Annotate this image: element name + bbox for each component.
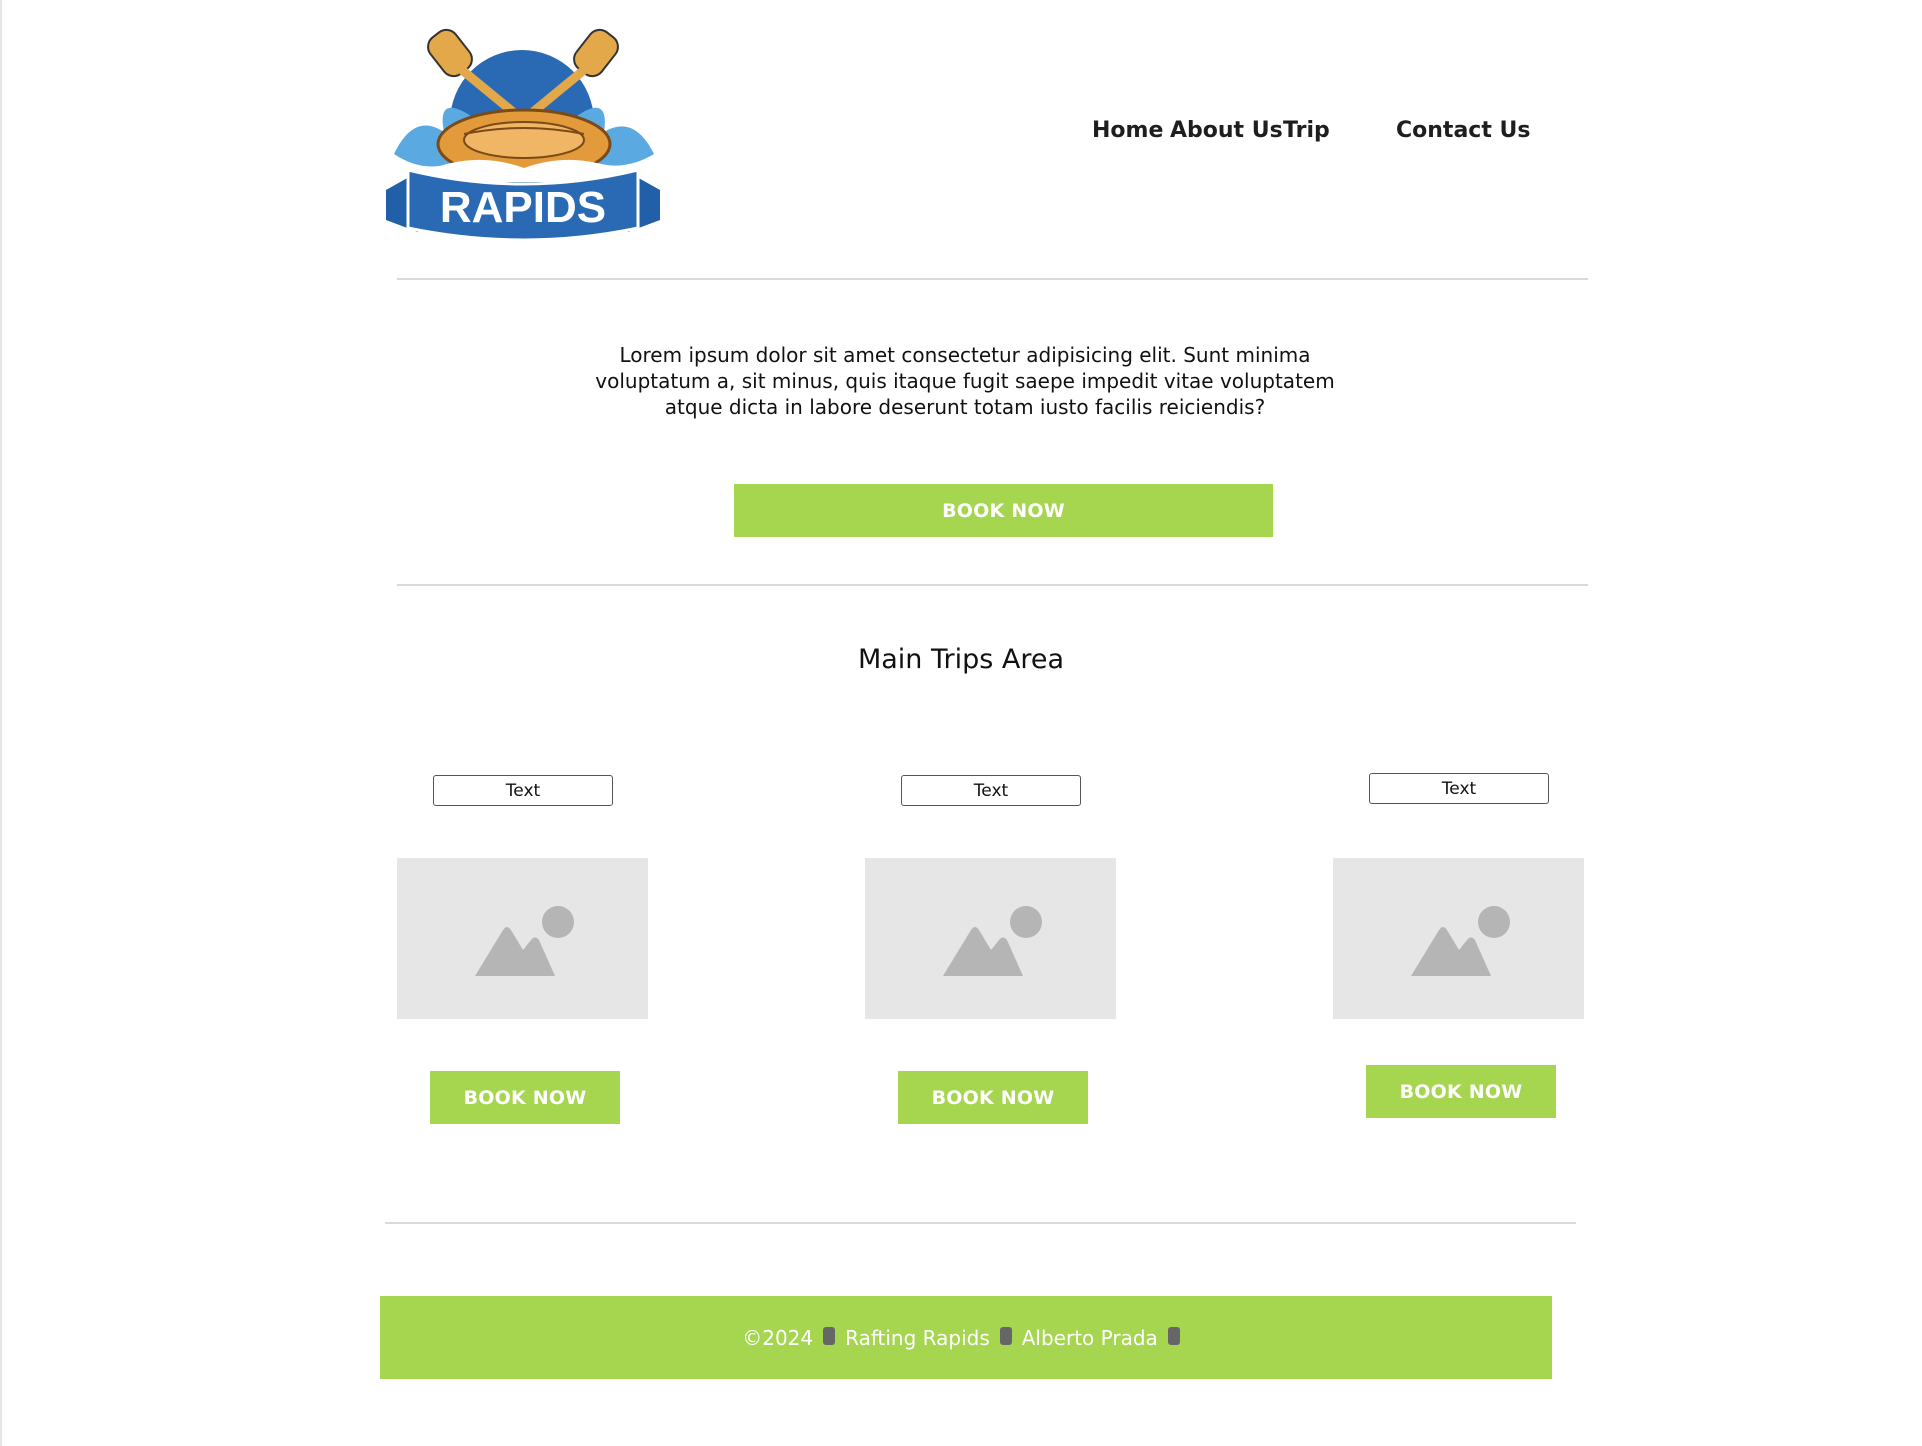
trip-card-2-image — [865, 858, 1116, 1019]
nav-trip[interactable]: Trip — [1283, 118, 1330, 143]
nav-about-us[interactable]: About Us — [1170, 118, 1283, 143]
image-placeholder-icon — [943, 906, 1042, 976]
trip-card-2-book-now-button[interactable]: BOOK NOW — [898, 1071, 1088, 1124]
trip-card-1-book-now-button[interactable]: BOOK NOW — [430, 1071, 620, 1124]
footer-author: Alberto Prada — [1021, 1325, 1158, 1350]
trash-icon — [823, 1326, 836, 1345]
footer-company: Rafting Rapids — [845, 1325, 990, 1350]
nav-contact-us[interactable]: Contact Us — [1396, 118, 1530, 143]
trip-card-1-text: Text — [433, 775, 613, 806]
hero-book-now-button[interactable]: BOOK NOW — [734, 484, 1273, 537]
image-placeholder-icon — [1411, 906, 1510, 976]
trip-card-3-text: Text — [1369, 773, 1549, 804]
nav-home[interactable]: Home — [1092, 118, 1163, 143]
trip-card-2-text: Text — [901, 775, 1081, 806]
logo-text: RAPIDS — [440, 183, 606, 232]
image-placeholder-icon — [475, 906, 574, 976]
trash-icon — [999, 1326, 1012, 1345]
hero-divider — [397, 584, 1588, 586]
page-left-edge — [0, 0, 2, 1446]
hero-text: Lorem ipsum dolor sit amet consectetur a… — [595, 343, 1335, 419]
footer: ©2024 Rafting Rapids Alberto Prada — [380, 1296, 1552, 1379]
footer-copyright: ©2024 — [742, 1325, 814, 1350]
trips-section-title: Main Trips Area — [857, 644, 1065, 675]
trip-card-1-image — [397, 858, 648, 1019]
trips-divider — [385, 1222, 1576, 1224]
trip-card-3-image — [1333, 858, 1584, 1019]
header-divider — [397, 278, 1588, 280]
trash-icon — [1167, 1326, 1180, 1345]
trip-card-3-book-now-button[interactable]: BOOK NOW — [1366, 1065, 1556, 1118]
main-nav: Home About Us Trip Contact Us — [0, 118, 1922, 148]
